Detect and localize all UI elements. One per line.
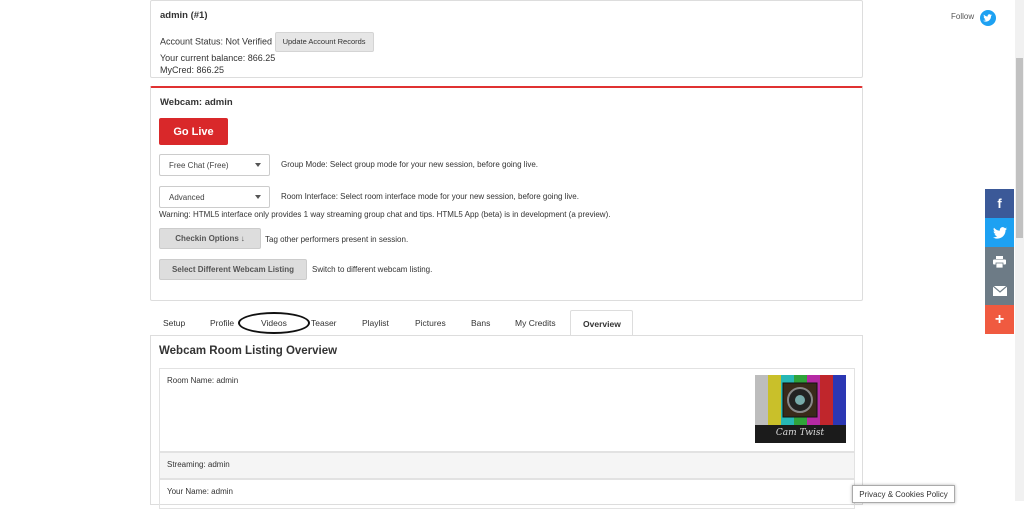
tab-overview[interactable]: Overview — [570, 310, 633, 336]
room-interface-desc: Room Interface: Select room interface mo… — [281, 192, 579, 201]
go-live-button[interactable]: Go Live — [159, 118, 228, 145]
tab-bans[interactable]: Bans — [471, 310, 490, 336]
room-name-text: Room Name: admin — [167, 376, 239, 385]
tab-pictures[interactable]: Pictures — [415, 310, 446, 336]
checkin-options-button[interactable]: Checkin Options ↓ — [159, 228, 261, 249]
scrollbar-thumb[interactable] — [1016, 58, 1023, 238]
checkin-options-label: Checkin Options — [175, 234, 239, 243]
streaming-text: Streaming: admin — [167, 460, 230, 469]
page-scrollbar[interactable] — [1015, 0, 1024, 501]
group-mode-select[interactable]: Free Chat (Free) — [159, 154, 270, 176]
tab-my-credits[interactable]: My Credits — [515, 310, 556, 336]
select-listing-button[interactable]: Select Different Webcam Listing — [159, 259, 307, 280]
chevron-down-icon — [255, 195, 261, 199]
account-panel: admin (#1) Account Status: Not Verified … — [150, 0, 863, 78]
email-icon — [992, 285, 1007, 296]
room-name-row: Room Name: admin Cam Twist — [159, 368, 855, 452]
account-status: Account Status: Not Verified — [160, 36, 273, 47]
privacy-cookies-button[interactable]: Privacy & Cookies Policy — [852, 485, 955, 503]
group-mode-desc: Group Mode: Select group mode for your n… — [281, 160, 539, 169]
select-listing-desc: Switch to different webcam listing. — [312, 265, 433, 274]
highlight-ellipse — [238, 312, 310, 334]
streaming-row: Streaming: admin — [159, 452, 855, 479]
chevron-down-icon — [255, 163, 261, 167]
tab-playlist[interactable]: Playlist — [362, 310, 389, 336]
group-mode-value: Free Chat (Free) — [169, 160, 229, 170]
account-title: admin (#1) — [160, 10, 208, 21]
your-name-text: Your Name: admin — [167, 487, 233, 496]
webcam-title: Webcam: admin — [160, 97, 233, 108]
twitter-icon — [992, 226, 1007, 239]
webcam-panel: Webcam: admin Go Live Free Chat (Free) G… — [150, 86, 863, 301]
thumb-logo-text: Cam Twist — [776, 428, 825, 438]
print-icon — [993, 255, 1006, 268]
balance-text: Your current balance: 866.25 — [160, 53, 276, 63]
plus-icon: + — [994, 310, 1005, 328]
mycred-text: MyCred: 866.25 — [160, 65, 225, 75]
tab-teaser[interactable]: Teaser — [311, 310, 337, 336]
update-account-button[interactable]: Update Account Records — [274, 32, 374, 52]
more-share-button[interactable]: + — [985, 305, 1014, 334]
facebook-share-button[interactable]: f — [985, 189, 1014, 218]
tab-profile[interactable]: Profile — [210, 310, 234, 336]
print-share-button[interactable] — [985, 247, 1014, 276]
checkin-desc: Tag other performers present in session. — [265, 235, 409, 244]
room-interface-value: Advanced — [169, 192, 205, 202]
email-share-button[interactable] — [985, 276, 1014, 305]
twitter-follow-icon[interactable] — [980, 10, 996, 26]
tab-setup[interactable]: Setup — [163, 310, 185, 336]
room-interface-select[interactable]: Advanced — [159, 186, 270, 208]
overview-panel: Webcam Room Listing Overview Room Name: … — [150, 335, 863, 509]
follow-label[interactable]: Follow — [951, 12, 974, 21]
your-name-row: Your Name: admin — [159, 479, 855, 509]
html5-warning: Warning: HTML5 interface only provides 1… — [159, 210, 611, 219]
twitter-share-button[interactable] — [985, 218, 1014, 247]
arrow-down-icon: ↓ — [240, 234, 245, 243]
overview-heading: Webcam Room Listing Overview — [159, 345, 338, 357]
facebook-icon: f — [997, 196, 1002, 211]
room-thumbnail: Cam Twist — [755, 375, 846, 443]
